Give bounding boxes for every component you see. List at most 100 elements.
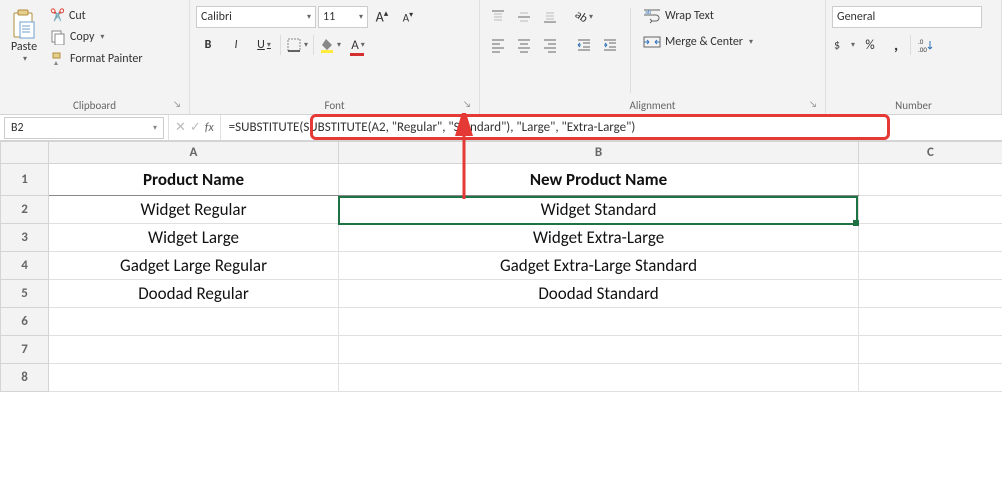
- format-painter-label: Format Painter: [70, 52, 143, 66]
- formula-buttons: ✕ ✓ fx: [168, 115, 221, 140]
- comma-button[interactable]: ,: [884, 34, 908, 56]
- select-all-corner[interactable]: [1, 142, 49, 164]
- table-row: 3 Widget Large Widget Extra-Large: [1, 224, 1002, 252]
- dialog-launcher-icon[interactable]: ↘: [173, 99, 181, 110]
- copy-button[interactable]: Copy ▾: [46, 27, 147, 47]
- grow-font-button[interactable]: A▴: [370, 6, 394, 28]
- cell[interactable]: [859, 252, 1002, 280]
- cell[interactable]: [859, 196, 1002, 224]
- row-header[interactable]: 4: [1, 252, 49, 280]
- group-font-label: Font↘: [196, 97, 473, 112]
- cell[interactable]: [339, 336, 859, 364]
- align-left-button[interactable]: [486, 34, 510, 56]
- table-row: 1 Product Name New Product Name: [1, 164, 1002, 196]
- cut-button[interactable]: ✂️ Cut: [46, 6, 147, 25]
- svg-text:.00: .00: [918, 45, 927, 53]
- cell[interactable]: Product Name: [49, 164, 339, 196]
- table-row: 6: [1, 308, 1002, 336]
- font-name-value: Calibri: [201, 10, 232, 24]
- align-top-button[interactable]: [486, 6, 510, 28]
- copy-icon: [50, 29, 66, 45]
- cell[interactable]: [859, 164, 1002, 196]
- orientation-button[interactable]: ab▾: [572, 6, 596, 28]
- increase-decimal-button[interactable]: .0.00: [913, 34, 937, 56]
- enter-icon[interactable]: ✓: [190, 120, 201, 135]
- name-box[interactable]: B2 ▾: [4, 117, 164, 139]
- cell[interactable]: Doodad Standard: [339, 280, 859, 308]
- row-header[interactable]: 7: [1, 336, 49, 364]
- cell[interactable]: [49, 336, 339, 364]
- formula-input[interactable]: =SUBSTITUTE(SUBSTITUTE(A2, "Regular", "S…: [221, 115, 1002, 140]
- col-header-c[interactable]: C: [859, 142, 1002, 164]
- dialog-launcher-icon[interactable]: ↘: [809, 99, 817, 110]
- row-header[interactable]: 1: [1, 164, 49, 196]
- chevron-down-icon: ▾: [153, 123, 157, 133]
- align-center-button[interactable]: [512, 34, 536, 56]
- row-header[interactable]: 6: [1, 308, 49, 336]
- bold-button[interactable]: B: [196, 34, 220, 56]
- number-format-select[interactable]: General: [832, 6, 982, 28]
- borders-button[interactable]: ▾: [285, 34, 309, 56]
- spreadsheet-grid: A B C 1 Product Name New Product Name 2 …: [0, 141, 1002, 392]
- cancel-icon[interactable]: ✕: [175, 120, 186, 135]
- cell[interactable]: [339, 364, 859, 392]
- align-bottom-button[interactable]: [538, 6, 562, 28]
- cell[interactable]: Doodad Regular: [49, 280, 339, 308]
- cell[interactable]: [49, 364, 339, 392]
- format-painter-button[interactable]: Format Painter: [46, 49, 147, 69]
- cell[interactable]: Widget Large: [49, 224, 339, 252]
- increase-indent-button[interactable]: [598, 34, 622, 56]
- cell[interactable]: Gadget Extra-Large Standard: [339, 252, 859, 280]
- svg-text:$: $: [834, 39, 840, 53]
- group-clipboard: Paste ▾ ✂️ Cut Copy ▾: [0, 0, 190, 114]
- cell[interactable]: Widget Standard: [339, 196, 859, 224]
- row-header[interactable]: 8: [1, 364, 49, 392]
- brush-icon: [50, 51, 66, 67]
- chevron-down-icon: ▾: [359, 12, 363, 22]
- cell[interactable]: [49, 308, 339, 336]
- dialog-launcher-icon[interactable]: ↘: [463, 99, 471, 110]
- align-right-button[interactable]: [538, 34, 562, 56]
- cell[interactable]: [859, 280, 1002, 308]
- row-header[interactable]: 5: [1, 280, 49, 308]
- cell[interactable]: Widget Extra-Large: [339, 224, 859, 252]
- fx-icon[interactable]: fx: [205, 121, 214, 135]
- table-row: 2 Widget Regular Widget Standard: [1, 196, 1002, 224]
- ribbon: Paste ▾ ✂️ Cut Copy ▾: [0, 0, 1002, 115]
- col-header-b[interactable]: B: [339, 142, 859, 164]
- group-font: Calibri ▾ 11 ▾ A▴ A▾ B I U▾ ▾: [190, 0, 480, 114]
- font-color-button[interactable]: A▾: [346, 34, 370, 56]
- chevron-down-icon: ▾: [307, 12, 311, 22]
- cell[interactable]: [859, 224, 1002, 252]
- shrink-font-button[interactable]: A▾: [396, 6, 420, 28]
- cell[interactable]: Widget Regular: [49, 196, 339, 224]
- wrap-text-button[interactable]: ab Wrap Text: [639, 6, 757, 26]
- cell[interactable]: [859, 308, 1002, 336]
- font-name-select[interactable]: Calibri ▾: [196, 6, 316, 28]
- cell[interactable]: [339, 308, 859, 336]
- row-header[interactable]: 3: [1, 224, 49, 252]
- paste-button[interactable]: Paste ▾: [6, 6, 42, 66]
- cell[interactable]: Gadget Large Regular: [49, 252, 339, 280]
- wrap-text-label: Wrap Text: [665, 9, 714, 23]
- align-middle-button[interactable]: [512, 6, 536, 28]
- cell[interactable]: [859, 364, 1002, 392]
- underline-button[interactable]: U▾: [252, 34, 276, 56]
- italic-button[interactable]: I: [224, 34, 248, 56]
- merge-center-button[interactable]: Merge & Center ▾: [639, 32, 757, 52]
- group-number: General $▾ % , .0.00 Number: [826, 0, 1002, 114]
- group-alignment: ab▾ ab Wrap Text M: [480, 0, 826, 114]
- font-size-select[interactable]: 11 ▾: [318, 6, 368, 28]
- chevron-down-icon: ▾: [361, 40, 365, 50]
- row-header[interactable]: 2: [1, 196, 49, 224]
- svg-text:ab: ab: [645, 8, 651, 16]
- percent-button[interactable]: %: [858, 34, 882, 56]
- cell[interactable]: New Product Name: [339, 164, 859, 196]
- merge-center-label: Merge & Center: [665, 35, 743, 49]
- accounting-format-button[interactable]: $▾: [832, 34, 856, 56]
- decrease-indent-button[interactable]: [572, 34, 596, 56]
- fill-color-button[interactable]: ▾: [318, 34, 342, 56]
- cell[interactable]: [859, 336, 1002, 364]
- col-header-a[interactable]: A: [49, 142, 339, 164]
- group-number-label: Number: [832, 97, 995, 112]
